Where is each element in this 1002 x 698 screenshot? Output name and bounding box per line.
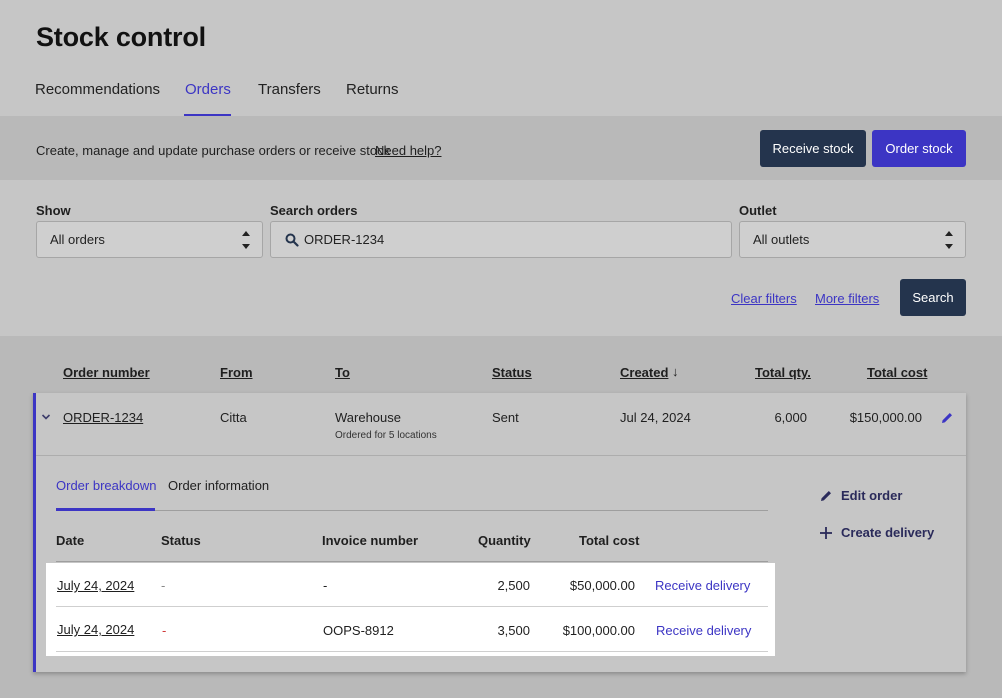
column-header-total-cost[interactable]: Total cost [867, 365, 927, 380]
delivery-invoice-number: - [323, 578, 328, 593]
delivery-quantity: 3,500 [497, 623, 530, 638]
delivery-status: - [161, 578, 166, 593]
receive-stock-button[interactable]: Receive stock [760, 130, 866, 167]
column-header-to[interactable]: To [335, 365, 350, 380]
column-header-quantity: Quantity [478, 533, 531, 548]
order-to-note: Ordered for 5 locations [335, 430, 437, 441]
show-select-value: All orders [50, 232, 105, 247]
row-divider [56, 651, 768, 652]
search-button[interactable]: Search [900, 279, 966, 316]
tab-returns[interactable]: Returns [346, 81, 399, 98]
chevron-down-icon[interactable] [41, 413, 51, 421]
create-delivery-button[interactable]: Create delivery [841, 525, 934, 540]
order-created: Jul 24, 2024 [620, 410, 691, 425]
column-header-created[interactable]: Created [620, 365, 668, 380]
show-label: Show [36, 203, 71, 218]
delivery-invoice-number: OOPS-8912 [323, 623, 394, 638]
detail-tabs-divider [56, 510, 768, 511]
column-header-status[interactable]: Status [492, 365, 532, 380]
column-header-date: Date [56, 533, 85, 548]
order-total-qty: 6,000 [774, 410, 807, 425]
delivery-total-cost: $100,000.00 [562, 623, 635, 638]
column-header-invoice-number: Invoice number [322, 533, 419, 548]
delivery-quantity: 2,500 [497, 578, 530, 593]
select-arrows-icon [945, 231, 953, 249]
page-title: Stock control [36, 22, 206, 52]
outlet-select-value: All outlets [753, 232, 810, 247]
order-status: Sent [492, 410, 519, 425]
delivery-date: July 24, 2024 [57, 622, 135, 637]
search-orders-label: Search orders [270, 203, 358, 218]
outlet-label: Outlet [739, 203, 777, 218]
order-from: Citta [220, 410, 247, 425]
column-header-order-number[interactable]: Order number [63, 365, 150, 380]
sort-descending-icon: ↓ [672, 364, 679, 379]
active-detail-tab-indicator [56, 508, 155, 511]
tab-order-breakdown[interactable]: Order breakdown [56, 478, 156, 493]
plus-icon [820, 527, 832, 539]
receive-delivery-link[interactable]: Receive delivery [656, 623, 751, 638]
receive-delivery-link[interactable]: Receive delivery [655, 578, 750, 593]
select-arrows-icon [242, 231, 250, 249]
tab-order-information[interactable]: Order information [168, 478, 269, 493]
column-header-total-qty[interactable]: Total qty. [755, 365, 811, 380]
order-stock-button[interactable]: Order stock [872, 130, 966, 167]
order-total-cost: $150,000.00 [849, 410, 922, 425]
column-header-from[interactable]: From [220, 365, 253, 380]
delivery-total-cost: $50,000.00 [569, 578, 635, 593]
delivery-status: - [162, 623, 167, 638]
delivery-date: July 24, 2024 [57, 578, 135, 593]
action-bar-description: Create, manage and update purchase order… [36, 143, 391, 158]
pencil-icon [821, 491, 831, 501]
deliveries-header-divider [56, 561, 768, 562]
row-divider [56, 606, 768, 607]
column-header-delivery-total-cost: Total cost [579, 533, 640, 548]
edit-order-button[interactable]: Edit order [841, 488, 902, 503]
tab-recommendations[interactable]: Recommendations [35, 81, 160, 98]
deliveries-table [46, 563, 775, 656]
search-input-value: ORDER-1234 [304, 232, 385, 247]
order-to: Warehouse [335, 410, 401, 425]
outlet-select[interactable]: All outlets [739, 221, 966, 258]
column-header-delivery-status: Status [161, 533, 201, 548]
show-select[interactable]: All orders [36, 221, 263, 258]
order-number-link[interactable]: ORDER-1234 [63, 410, 143, 425]
edit-pencil-icon[interactable] [940, 411, 954, 425]
tab-transfers[interactable]: Transfers [258, 81, 321, 98]
order-row-divider [36, 455, 966, 456]
search-icon [285, 233, 299, 247]
more-filters-link[interactable]: More filters [815, 291, 879, 306]
need-help-link[interactable]: Need help? [375, 143, 442, 158]
search-input[interactable]: ORDER-1234 [270, 221, 732, 258]
tab-orders[interactable]: Orders [185, 81, 231, 98]
clear-filters-link[interactable]: Clear filters [731, 291, 797, 306]
